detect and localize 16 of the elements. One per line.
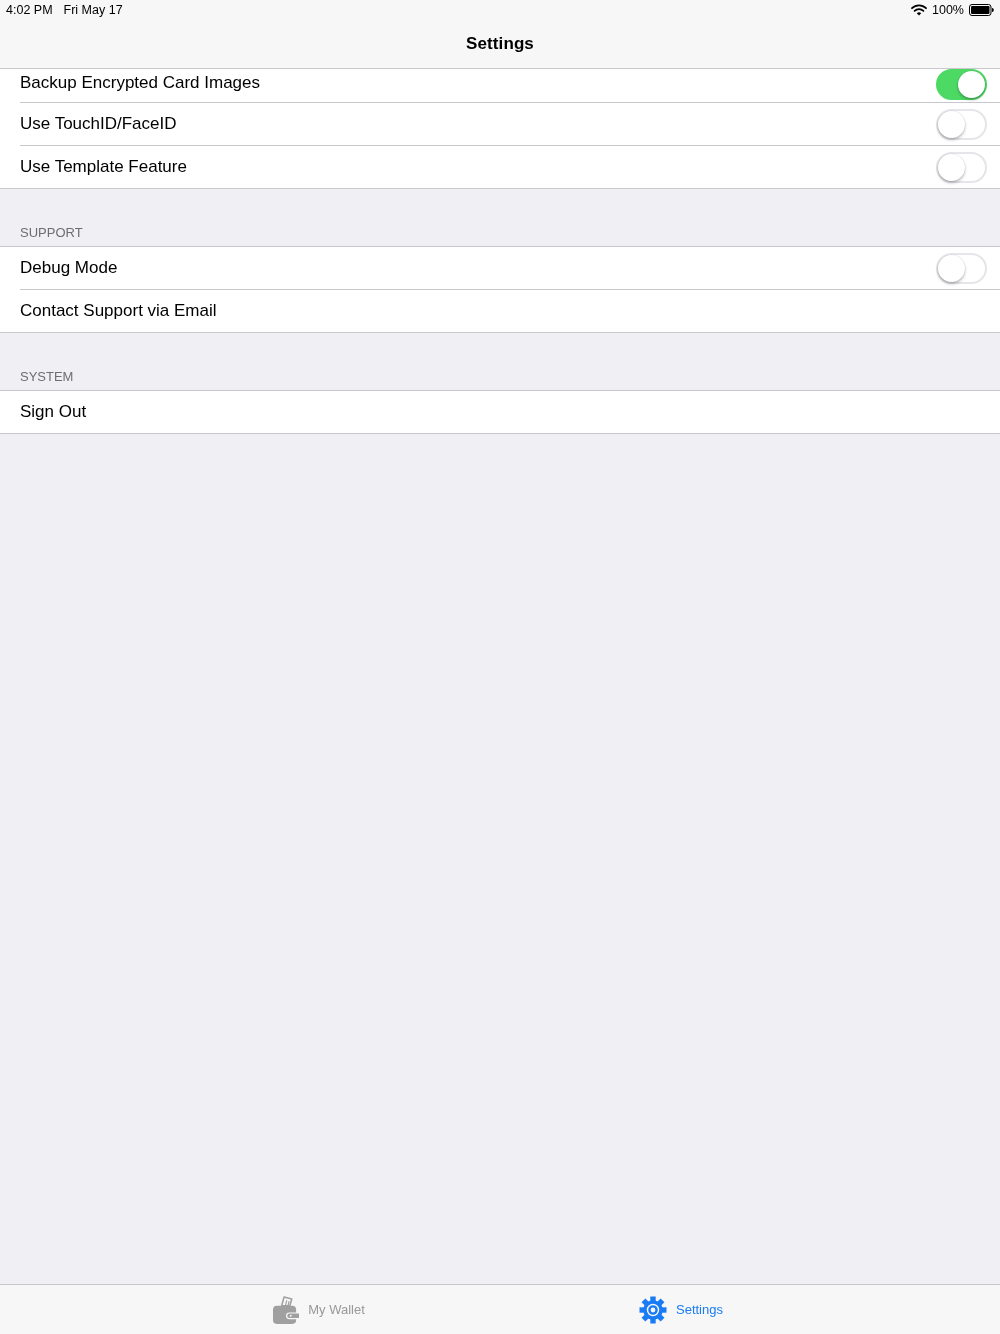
section-header: SUPPORT	[20, 225, 83, 240]
navigation-title: Settings	[466, 34, 534, 54]
row-label: Backup Encrypted Card Images	[20, 72, 260, 94]
toggle-switch[interactable]	[936, 69, 987, 100]
tab-item[interactable]: Settings	[639, 1295, 723, 1324]
row-label: Use Template Feature	[20, 157, 187, 177]
gear-icon	[639, 1295, 667, 1324]
battery-percentage: 100%	[932, 3, 964, 17]
status-date: Fri May 17	[63, 3, 123, 17]
status-time: 4:02 PM	[6, 3, 53, 17]
wallet-icon	[273, 1295, 300, 1324]
battery-icon	[969, 4, 994, 16]
section-header: SYSTEM	[20, 369, 74, 384]
wifi-icon	[911, 4, 927, 16]
row-label: Use TouchID/FaceID	[20, 114, 177, 134]
row-label: Debug Mode	[20, 258, 118, 278]
